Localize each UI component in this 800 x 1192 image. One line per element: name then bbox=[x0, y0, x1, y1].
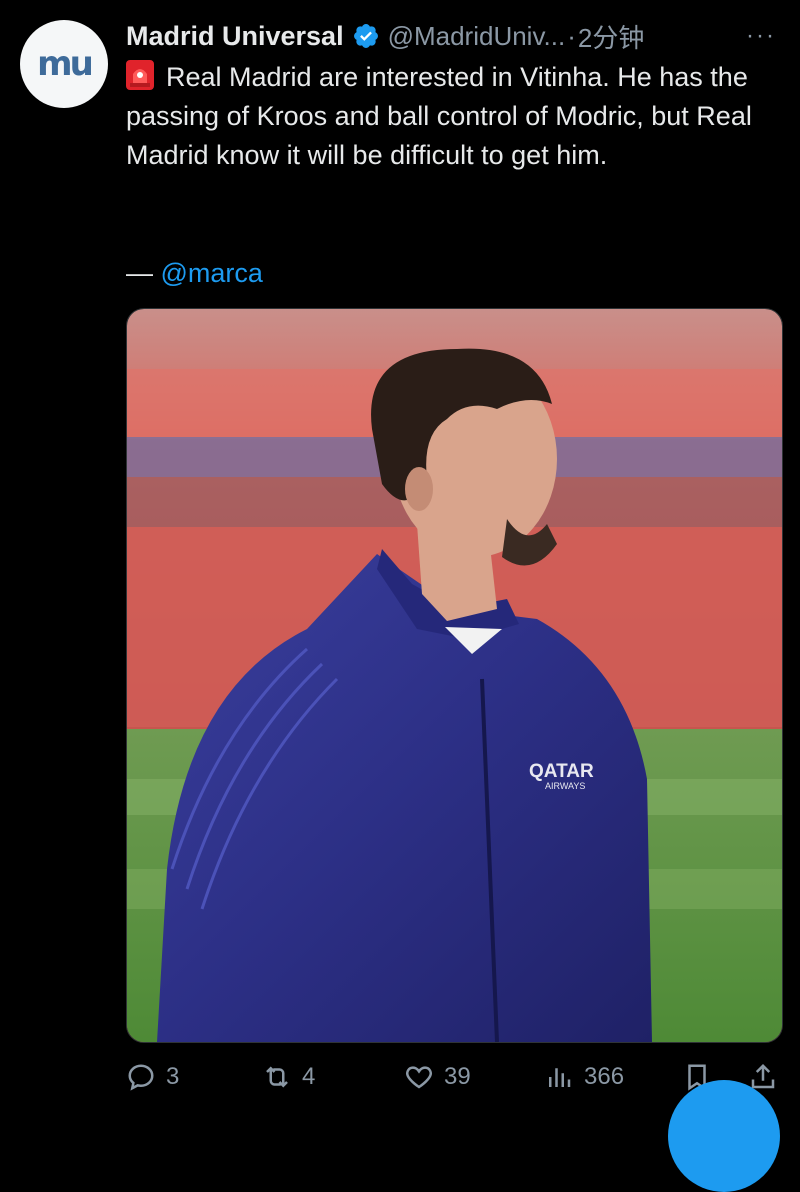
time-separator: · bbox=[567, 20, 576, 51]
like-count: 39 bbox=[444, 1063, 471, 1090]
repost-icon bbox=[266, 1066, 288, 1088]
post-image[interactable]: QATAR AIRWAYS bbox=[126, 308, 783, 1043]
post-header: Madrid Universal @MadridUniv... · 2分钟 ··… bbox=[126, 14, 780, 58]
post-text: Real Madrid are interested in Vitinha. H… bbox=[126, 58, 786, 175]
avatar-logo: mu bbox=[37, 44, 94, 84]
compose-fab[interactable] bbox=[668, 1080, 780, 1192]
author-avatar[interactable]: mu bbox=[20, 20, 108, 108]
source-mention-link[interactable]: @marca bbox=[161, 258, 263, 288]
reply-icon bbox=[128, 1064, 154, 1091]
reply-count: 3 bbox=[166, 1063, 180, 1090]
jacket-sponsor-text: QATAR bbox=[529, 761, 594, 782]
like-button[interactable]: 39 bbox=[404, 1054, 471, 1100]
verified-badge-icon bbox=[353, 24, 378, 48]
post-source: — @marca bbox=[126, 254, 263, 293]
author-handle[interactable]: @MadridUniv... bbox=[388, 21, 566, 52]
views-icon bbox=[549, 1068, 571, 1087]
post-body: Real Madrid are interested in Vitinha. H… bbox=[126, 62, 752, 170]
more-options-button[interactable]: ··· bbox=[746, 22, 780, 50]
views-button[interactable]: 366 bbox=[544, 1054, 624, 1100]
repost-button[interactable]: 4 bbox=[262, 1054, 315, 1100]
source-dash: — bbox=[126, 258, 153, 288]
like-icon bbox=[406, 1066, 432, 1089]
siren-emoji-icon bbox=[126, 60, 154, 90]
repost-count: 4 bbox=[302, 1063, 316, 1090]
post-time[interactable]: 2分钟 bbox=[578, 18, 644, 55]
views-count: 366 bbox=[584, 1063, 625, 1090]
jacket-sponsor-subtext: AIRWAYS bbox=[545, 781, 585, 791]
author-name[interactable]: Madrid Universal bbox=[126, 21, 344, 52]
reply-button[interactable]: 3 bbox=[126, 1054, 179, 1100]
